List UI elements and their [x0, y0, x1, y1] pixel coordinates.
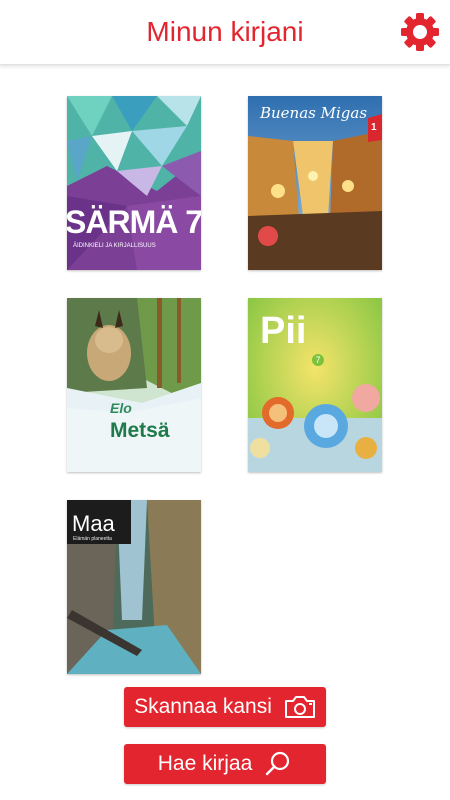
book-title: Maa [72, 511, 115, 536]
search-book-label: Hae kirjaa [157, 752, 253, 775]
app-header: Minun kirjani [0, 0, 450, 65]
book-number: 7 [312, 354, 324, 366]
cover-art [248, 96, 382, 270]
gear-icon [401, 13, 439, 51]
search-book-button[interactable]: Hae kirjaa [124, 744, 326, 784]
book-cover-buenas-migas[interactable]: Buenas Migas 1 [248, 96, 382, 270]
book-cover-metsa[interactable]: Elo Metsä [67, 298, 201, 472]
book-subtitle: ÄIDINKIELI JA KIRJALLISUUS [73, 243, 156, 249]
book-number: 1 [371, 122, 377, 133]
search-icon [266, 751, 290, 776]
settings-button[interactable] [398, 10, 442, 54]
cover-art [67, 298, 201, 472]
camera-icon [284, 696, 315, 718]
book-cover-maa[interactable]: Maa Elämän planeetta [67, 500, 201, 674]
book-series: Elo [110, 400, 132, 416]
book-title: SÄRMÄ 7 [67, 204, 201, 240]
scan-cover-label: Skannaa kansi [134, 695, 272, 718]
page-title: Minun kirjani [146, 16, 304, 47]
scan-cover-button[interactable]: Skannaa kansi [124, 687, 326, 727]
book-title: Pii [260, 310, 307, 352]
book-title: Metsä [110, 419, 170, 442]
book-cover-sarma[interactable]: SÄRMÄ 7 ÄIDINKIELI JA KIRJALLISUUS [67, 96, 201, 270]
book-subtitle: Elämän planeetta [73, 536, 112, 542]
book-cover-pii[interactable]: Pii 7 [248, 298, 382, 472]
book-title: Buenas Migas [260, 104, 368, 122]
